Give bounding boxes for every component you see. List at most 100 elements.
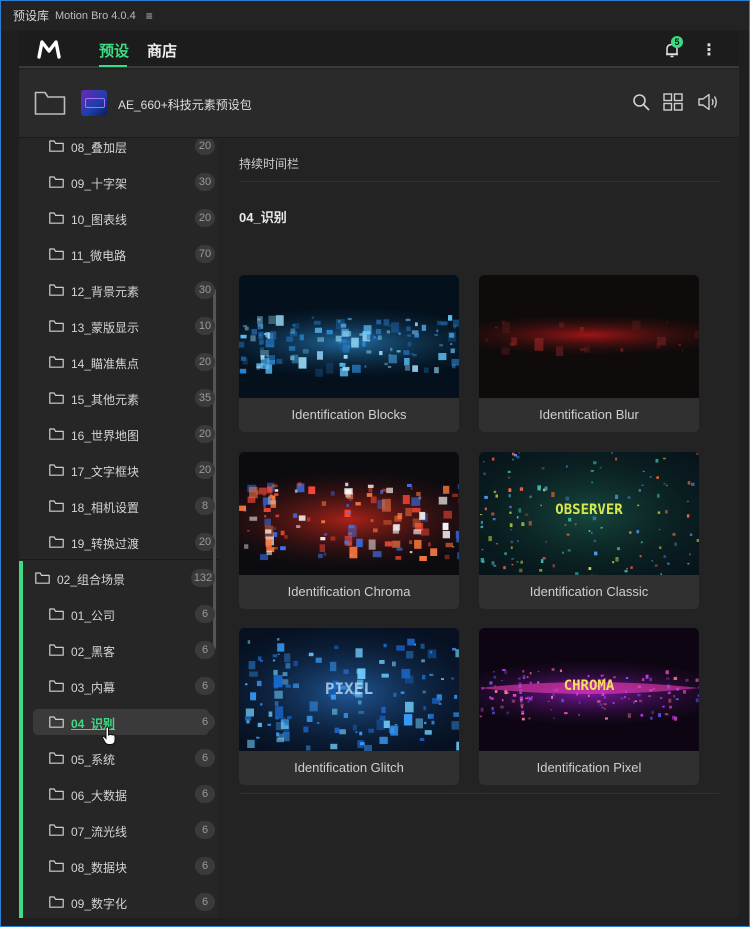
item-count-badge: 30 [195,173,215,191]
preset-card[interactable]: Identification Chroma [239,452,459,609]
item-count-badge: 6 [195,677,215,695]
pack-title: AE_660+科技元素预设包 [118,98,252,112]
preset-card-title: Identification Glitch [294,760,404,775]
preset-preview-thumbnail[interactable]: OBSERVER [479,452,699,575]
sidebar-item[interactable]: 19_转换过渡 20 [19,527,219,557]
tab-store[interactable]: 商店 [147,40,177,61]
preset-card[interactable]: CHROMA Identification Pixel [479,628,699,785]
sidebar-item-label: 08_数据块 [71,861,128,875]
preset-card[interactable]: PIXEL Identification Glitch [239,628,459,785]
preset-card[interactable]: OBSERVER Identification Classic [479,452,699,609]
folder-icon [49,716,64,728]
panel-title: 预设库 [13,9,50,23]
more-options-icon[interactable]: ⋮ [701,40,717,60]
search-icon[interactable] [632,93,650,111]
item-count-badge: 132 [191,569,215,587]
folder-icon [49,248,64,260]
pack-thumbnail[interactable] [81,90,107,116]
sidebar-item-label: 06_大数据 [71,789,128,803]
folder-icon [49,752,64,764]
sidebar-item[interactable]: 16_世界地图 20 [19,419,219,449]
tab-presets[interactable]: 预设 [99,40,129,61]
folder-icon [49,392,64,404]
preset-preview-thumbnail[interactable]: CHROMA [479,628,699,751]
item-count-badge: 20 [195,209,215,227]
sidebar-item[interactable]: 08_数据块 6 [19,851,219,881]
sidebar-item[interactable]: 18_相机设置 8 [19,491,219,521]
sidebar-item[interactable]: 08_叠加层 20 [19,139,219,161]
folder-icon [49,212,64,224]
folder-icon [49,464,64,476]
folder-icon [49,788,64,800]
folder-icon [49,536,64,548]
folder-icon [49,500,64,512]
sidebar-item-label: 14_瞄准焦点 [71,357,140,371]
preset-preview-thumbnail[interactable]: PIXEL [239,628,459,751]
item-count-badge: 6 [195,749,215,767]
folder-icon [49,140,64,152]
preset-card-title: Identification Blocks [291,407,407,422]
sidebar-item[interactable]: 09_数字化 6 [19,887,219,917]
active-tab-indicator [99,65,127,67]
preset-preview-thumbnail[interactable] [239,275,459,398]
folder-icon [49,644,64,656]
sidebar-item-label: 09_十字架 [71,177,128,191]
sidebar-item-label: 01_公司 [71,609,116,623]
preset-card[interactable]: Identification Blocks [239,275,459,432]
sidebar-item[interactable]: 06_大数据 6 [19,779,219,809]
sidebar-item-label: 03_内幕 [71,681,116,695]
category-sidebar[interactable]: 08_叠加层 20 09_十字架 30 10_图表线 20 11_微电路 70 12_背景元素 3… [19,139,219,918]
sidebar-item-label: 05_系统 [71,753,116,767]
preset-card[interactable]: Identification Blur [479,275,699,432]
item-count-badge: 6 [195,857,215,875]
motion-bro-logo-icon[interactable] [37,39,61,59]
item-count-badge: 20 [195,139,215,155]
sidebar-item[interactable]: 17_文字框块 20 [19,455,219,485]
sidebar-item[interactable]: 03_内幕 6 [19,671,219,701]
folder-icon [49,176,64,188]
folder-icon[interactable] [34,90,66,116]
sidebar-item[interactable]: 07_流光线 6 [19,815,219,845]
sidebar-item[interactable]: 05_系统 6 [19,743,219,773]
sidebar-item[interactable]: 01_公司 6 [19,599,219,629]
sidebar-item-label: 07_流光线 [71,825,128,839]
preset-preview-thumbnail[interactable] [239,452,459,575]
sidebar-item[interactable]: 10_图表线 20 [19,203,219,233]
motion-bro-panel: 预设库 Motion Bro 4.0.4 ≡ 预设 商店 5 ⋮ AE_660+… [0,0,750,927]
speaker-icon[interactable] [697,93,719,111]
item-count-badge: 20 [195,353,215,371]
sidebar-item[interactable]: 04_识别 6 [19,707,219,737]
folder-icon [49,896,64,908]
folder-icon [49,680,64,692]
folder-icon [49,356,64,368]
panel-menu-icon[interactable]: ≡ [146,9,153,23]
sidebar-item[interactable]: 02_黑客 6 [19,635,219,665]
item-count-badge: 6 [195,713,215,731]
grid-view-icon[interactable] [663,93,683,111]
sidebar-item[interactable]: 13_蒙版显示 10 [19,311,219,341]
folder-icon [35,572,50,584]
sidebar-item[interactable]: 11_微电路 70 [19,239,219,269]
item-count-badge: 30 [195,281,215,299]
sidebar-item-label: 12_背景元素 [71,285,140,299]
item-count-badge: 6 [195,893,215,911]
notification-badge: 5 [671,36,683,48]
section-title: 04_识别 [239,210,287,225]
sidebar-item[interactable]: 15_其他元素 35 [19,383,219,413]
sidebar-group-item[interactable]: 02_组合场景 132 [19,563,219,593]
sidebar-item-label: 02_组合场景 [57,573,126,587]
folder-icon [49,608,64,620]
sidebar-item[interactable]: 14_瞄准焦点 20 [19,347,219,377]
sidebar-item[interactable]: 12_背景元素 30 [19,275,219,305]
folder-icon [49,824,64,836]
sidebar-item[interactable]: 09_十字架 30 [19,167,219,197]
item-count-badge: 8 [195,497,215,515]
section-divider-bottom [239,793,719,794]
preset-preview-thumbnail[interactable] [479,275,699,398]
app-frame: 预设 商店 5 ⋮ AE_660+科技元素预设包 08_叠加层 20 09_十字… [19,31,739,918]
preview-thumb-text: CHROMA [564,678,615,694]
pack-bar: AE_660+科技元素预设包 [19,70,739,138]
sidebar-item-label: 02_黑客 [71,645,116,659]
preset-card-title: Identification Chroma [287,584,411,599]
item-count-badge: 6 [195,641,215,659]
